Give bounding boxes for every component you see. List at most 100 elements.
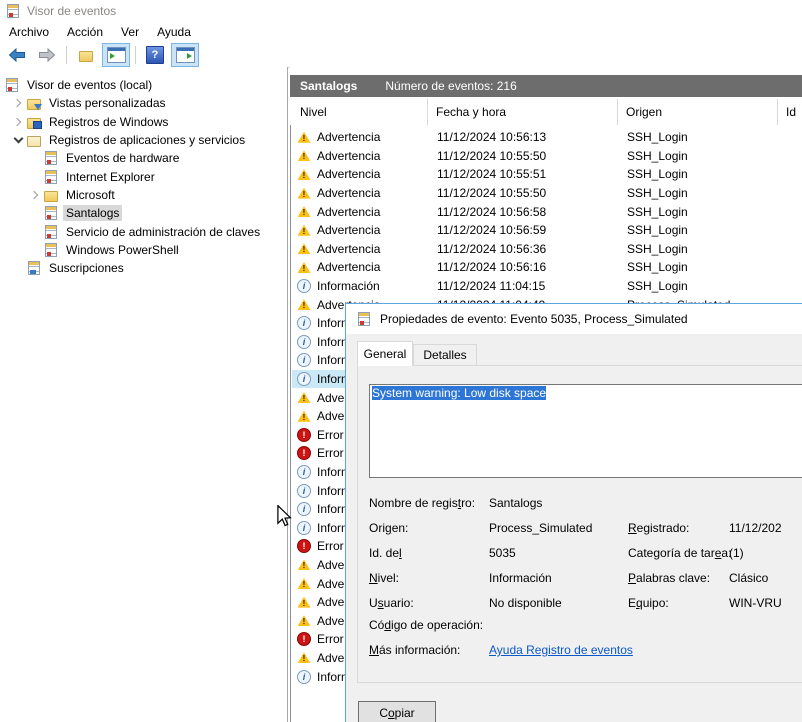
event-log-help-link[interactable]: Ayuda Registro de eventos xyxy=(489,643,633,657)
events-grid-header: Nivel Fecha y hora Origen Id xyxy=(291,99,802,126)
event-properties-dialog: Propiedades de evento: Evento 5035, Proc… xyxy=(345,303,802,722)
event-row[interactable]: Advertencia 11/12/2024 10:56:36 SSH_Login xyxy=(292,240,802,259)
window-title: Visor de eventos xyxy=(27,4,117,18)
info-icon: i xyxy=(297,353,311,368)
event-date: 11/12/2024 10:56:16 xyxy=(437,260,547,275)
warning-icon xyxy=(297,559,311,571)
expander-placeholder xyxy=(27,242,43,258)
event-level: Advertencia xyxy=(317,130,381,145)
event-row[interactable]: Advertencia 11/12/2024 10:56:13 SSH_Login xyxy=(292,128,802,147)
tree-item-santalogs[interactable]: Santalogs xyxy=(0,204,287,222)
field-value: 11/12/202 xyxy=(729,521,782,535)
event-origin: SSH_Login xyxy=(627,279,688,294)
expander-closed-icon[interactable] xyxy=(10,95,26,111)
tree-item-label: Registros de Windows xyxy=(49,114,169,129)
level-icon-wrap: i xyxy=(297,520,311,535)
error-icon: ! xyxy=(297,539,311,554)
column-header-nivel[interactable]: Nivel xyxy=(291,99,428,125)
column-header-origen[interactable]: Origen xyxy=(618,99,778,125)
expander-closed-icon[interactable] xyxy=(10,114,26,130)
expander-placeholder xyxy=(27,150,43,166)
event-date: 11/12/2024 11:04:15 xyxy=(437,279,546,294)
column-header-id[interactable]: Id xyxy=(778,99,802,125)
event-row[interactable]: Advertencia 11/12/2024 10:55:50 SSH_Login xyxy=(292,147,802,166)
level-icon-wrap xyxy=(297,131,311,143)
info-icon: i xyxy=(297,520,311,535)
event-row[interactable]: Advertencia 11/12/2024 10:56:58 SSH_Login xyxy=(292,202,802,221)
event-row[interactable]: i Información 11/12/2024 11:04:15 SSH_Login xyxy=(292,277,802,296)
tab-general[interactable]: General xyxy=(357,341,413,366)
tree-item-windows-powershell[interactable]: Windows PowerShell xyxy=(0,241,287,259)
field-value: (1) xyxy=(729,546,744,560)
field-value: Información xyxy=(489,571,552,585)
warning-icon xyxy=(297,652,311,664)
log-icon xyxy=(43,242,59,258)
level-icon-wrap xyxy=(297,596,311,608)
event-level: Información xyxy=(317,279,380,294)
expander-open-icon[interactable] xyxy=(10,132,26,148)
action-pane-icon xyxy=(175,46,195,63)
event-detail-fields: Nombre de registro: Santalogs Origen: Proce… xyxy=(346,304,802,722)
warning-icon xyxy=(297,168,311,180)
menu-accion[interactable]: Acción xyxy=(58,23,112,41)
show-console-tree-button[interactable] xyxy=(102,42,130,67)
event-row[interactable]: Advertencia 11/12/2024 10:56:16 SSH_Login xyxy=(292,258,802,277)
help-button[interactable]: ? xyxy=(141,43,169,67)
level-icon-wrap: i xyxy=(297,353,311,368)
event-date: 11/12/2024 10:56:36 xyxy=(437,241,547,256)
field-label: Código de operación: xyxy=(369,618,484,632)
tree-item-eventos-de-hardware[interactable]: Eventos de hardware xyxy=(0,149,287,167)
level-icon-wrap: i xyxy=(297,334,311,349)
copy-button[interactable]: Copiar xyxy=(358,701,436,722)
field-label: Equipo: xyxy=(628,596,669,610)
tree-item-internet-explorer[interactable]: Internet Explorer xyxy=(0,167,287,185)
back-button[interactable] xyxy=(3,43,31,67)
level-icon-wrap xyxy=(297,578,311,590)
log-icon xyxy=(43,205,59,221)
field-label: Nombre de registro: xyxy=(369,496,476,510)
field-label: Más información: xyxy=(369,643,461,657)
info-icon: i xyxy=(297,372,311,387)
log-icon xyxy=(43,224,59,240)
level-icon-wrap xyxy=(297,206,311,218)
event-level: Advertencia xyxy=(317,148,381,163)
event-origin: SSH_Login xyxy=(627,223,688,238)
forward-button[interactable] xyxy=(33,43,61,67)
log-icon xyxy=(43,150,59,166)
tree-item-visor-de-eventos-local[interactable]: Visor de eventos (local) xyxy=(0,76,287,94)
tree-item-suscripciones[interactable]: Suscripciones xyxy=(0,259,287,277)
expander-closed-icon[interactable] xyxy=(27,187,43,203)
tree-item-microsoft[interactable]: Microsoft xyxy=(0,186,287,204)
event-level: Advertencia xyxy=(317,260,381,275)
menu-ver[interactable]: Ver xyxy=(112,23,148,41)
menu-archivo[interactable]: Archivo xyxy=(0,23,58,41)
menu-ayuda[interactable]: Ayuda xyxy=(148,23,200,41)
column-header-fecha[interactable]: Fecha y hora xyxy=(428,99,618,125)
open-saved-log-icon xyxy=(78,47,94,63)
event-row[interactable]: Advertencia 11/12/2024 10:55:51 SSH_Login xyxy=(292,165,802,184)
expander-placeholder xyxy=(27,205,43,221)
warning-icon xyxy=(297,206,311,218)
console-tree-icon xyxy=(106,46,126,63)
event-row[interactable]: Advertencia 11/12/2024 10:55:50 SSH_Login xyxy=(292,184,802,203)
level-icon-wrap xyxy=(297,299,311,311)
field-label: Registrado: xyxy=(628,521,690,535)
tree-item-registros-de-aplicaciones-y-servicios[interactable]: Registros de aplicaciones y servicios xyxy=(0,131,287,149)
event-viewer-icon xyxy=(4,77,20,93)
event-origin: SSH_Login xyxy=(627,148,688,163)
level-icon-wrap: i xyxy=(297,483,311,498)
tree-item-vistas-personalizadas[interactable]: Vistas personalizadas xyxy=(0,94,287,112)
info-icon: i xyxy=(297,316,311,331)
tree-item-label: Eventos de hardware xyxy=(66,151,180,166)
show-action-pane-button[interactable] xyxy=(171,42,199,67)
tree-item-label: Servicio de administración de claves xyxy=(66,224,261,239)
level-icon-wrap xyxy=(297,410,311,422)
tree-item-servicio-de-administraci-n-de-claves[interactable]: Servicio de administración de claves xyxy=(0,222,287,240)
console-tree-panel: Visor de eventos (local) Vistas personali… xyxy=(0,67,288,722)
tree-item-registros-de-windows[interactable]: Registros de Windows xyxy=(0,113,287,131)
event-row[interactable]: Advertencia 11/12/2024 10:56:59 SSH_Login xyxy=(292,221,802,240)
warning-icon xyxy=(297,131,311,143)
event-date: 11/12/2024 10:56:59 xyxy=(437,223,547,238)
open-saved-log-button[interactable] xyxy=(72,43,100,67)
level-icon-wrap: i xyxy=(297,502,311,517)
